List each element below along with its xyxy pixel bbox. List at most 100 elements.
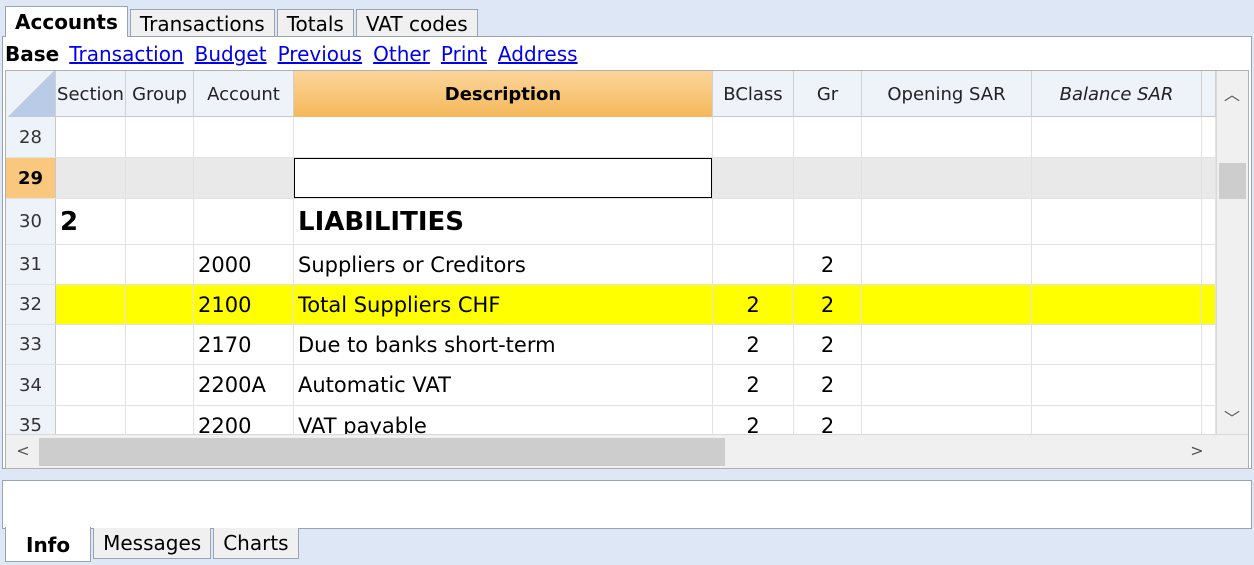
cell-section[interactable] [56,245,126,284]
cell-balance[interactable] [1032,117,1202,157]
row-number[interactable]: 33 [6,325,56,364]
cell-gr[interactable] [794,199,862,244]
cell-bclass[interactable]: 2 [713,325,794,364]
table-row[interactable]: 28 [6,117,1216,158]
cell-bclass[interactable] [713,117,794,157]
column-header-balance[interactable]: Balance SAR [1032,71,1202,117]
cell-opening[interactable] [862,365,1032,405]
column-header-group[interactable]: Group [126,71,194,117]
tab-totals[interactable]: Totals [276,9,354,37]
cell-bclass[interactable] [713,158,794,198]
cell-gr[interactable]: 2 [794,325,862,364]
column-header-opening[interactable]: Opening SAR [862,71,1032,117]
cell-gr[interactable]: 2 [794,285,862,324]
cell-description[interactable]: Automatic VAT [294,365,713,405]
vertical-scroll-thumb[interactable] [1219,163,1246,199]
table-row[interactable]: 30 2 LIABILITIES [6,199,1216,245]
tab-info[interactable]: Info [5,527,92,562]
column-header-gr[interactable]: Gr [794,71,862,117]
row-number[interactable]: 31 [6,245,56,284]
vertical-scrollbar[interactable]: ︿ ﹀ [1216,71,1248,434]
cell-opening[interactable] [862,199,1032,244]
cell-opening[interactable] [862,117,1032,157]
column-header-account[interactable]: Account [194,71,294,117]
horizontal-scrollbar[interactable]: < > [6,434,1248,468]
column-header-bclass[interactable]: BClass [713,71,794,117]
select-all-corner[interactable] [6,71,56,117]
table-row[interactable]: 31 2000 Suppliers or Creditors 2 [6,245,1216,285]
active-cell-cursor[interactable] [294,158,712,198]
view-budget[interactable]: Budget [195,41,267,67]
cell-bclass[interactable]: 2 [713,365,794,405]
cell-section[interactable] [56,406,126,434]
horizontal-scroll-thumb[interactable] [39,438,725,466]
cell-opening[interactable] [862,325,1032,364]
cell-opening[interactable] [862,406,1032,434]
row-number[interactable]: 34 [6,365,56,405]
chevron-right-icon[interactable]: > [1182,441,1212,460]
cell-account[interactable]: 2200 [194,406,294,434]
view-other[interactable]: Other [373,41,430,67]
table-row[interactable]: 29 [6,158,1216,199]
chevron-down-icon[interactable]: ﹀ [1217,405,1247,429]
cell-balance[interactable] [1032,199,1202,244]
cell-gr[interactable] [794,158,862,198]
cell-group[interactable] [126,365,194,405]
row-number[interactable]: 28 [6,117,56,157]
view-transaction[interactable]: Transaction [69,41,183,67]
table-row[interactable]: 35 2200 VAT payable 2 2 [6,406,1216,434]
cell-description[interactable]: Suppliers or Creditors [294,245,713,284]
cell-account[interactable]: 2100 [194,285,294,324]
cell-opening[interactable] [862,285,1032,324]
view-base[interactable]: Base [5,41,59,67]
cell-gr[interactable]: 2 [794,365,862,405]
cell-description[interactable]: VAT payable [294,406,713,434]
tab-charts[interactable]: Charts [213,528,299,559]
cell-opening[interactable] [862,245,1032,284]
cell-account[interactable]: 2170 [194,325,294,364]
cell-gr[interactable]: 2 [794,245,862,284]
view-print[interactable]: Print [441,41,487,67]
cell-account[interactable]: 2200A [194,365,294,405]
chevron-up-icon[interactable]: ︿ [1217,81,1247,105]
cell-account[interactable] [194,199,294,244]
cell-opening[interactable] [862,158,1032,198]
cell-description[interactable]: Total Suppliers CHF [294,285,713,324]
tab-transactions[interactable]: Transactions [129,9,275,37]
column-header-description[interactable]: Description [294,71,713,117]
cell-section[interactable] [56,325,126,364]
cell-bclass[interactable] [713,245,794,284]
cell-description[interactable] [294,117,713,157]
cell-section[interactable] [56,117,126,157]
row-number[interactable]: 30 [6,199,56,244]
cell-bclass[interactable]: 2 [713,285,794,324]
cell-group[interactable] [126,245,194,284]
view-previous[interactable]: Previous [278,41,363,67]
table-row[interactable]: 34 2200A Automatic VAT 2 2 [6,365,1216,406]
cell-group[interactable] [126,285,194,324]
view-address[interactable]: Address [498,41,578,67]
tab-vat-codes[interactable]: VAT codes [355,9,478,37]
cell-balance[interactable] [1032,158,1202,198]
cell-section[interactable] [56,365,126,405]
cell-group[interactable] [126,199,194,244]
cell-bclass[interactable]: 2 [713,406,794,434]
cell-group[interactable] [126,406,194,434]
cell-balance[interactable] [1032,406,1202,434]
cell-account[interactable] [194,158,294,198]
cell-group[interactable] [126,325,194,364]
cell-description[interactable]: Due to banks short-term [294,325,713,364]
cell-section[interactable] [56,158,126,198]
cell-group[interactable] [126,117,194,157]
cell-balance[interactable] [1032,285,1202,324]
cell-group[interactable] [126,158,194,198]
cell-balance[interactable] [1032,325,1202,364]
cell-bclass[interactable] [713,199,794,244]
cell-balance[interactable] [1032,365,1202,405]
cell-section[interactable]: 2 [56,199,126,244]
column-header-section[interactable]: Section [56,71,126,117]
chevron-left-icon[interactable]: < [8,441,38,460]
cell-gr[interactable] [794,117,862,157]
cell-description[interactable]: LIABILITIES [294,199,713,244]
cell-section[interactable] [56,285,126,324]
